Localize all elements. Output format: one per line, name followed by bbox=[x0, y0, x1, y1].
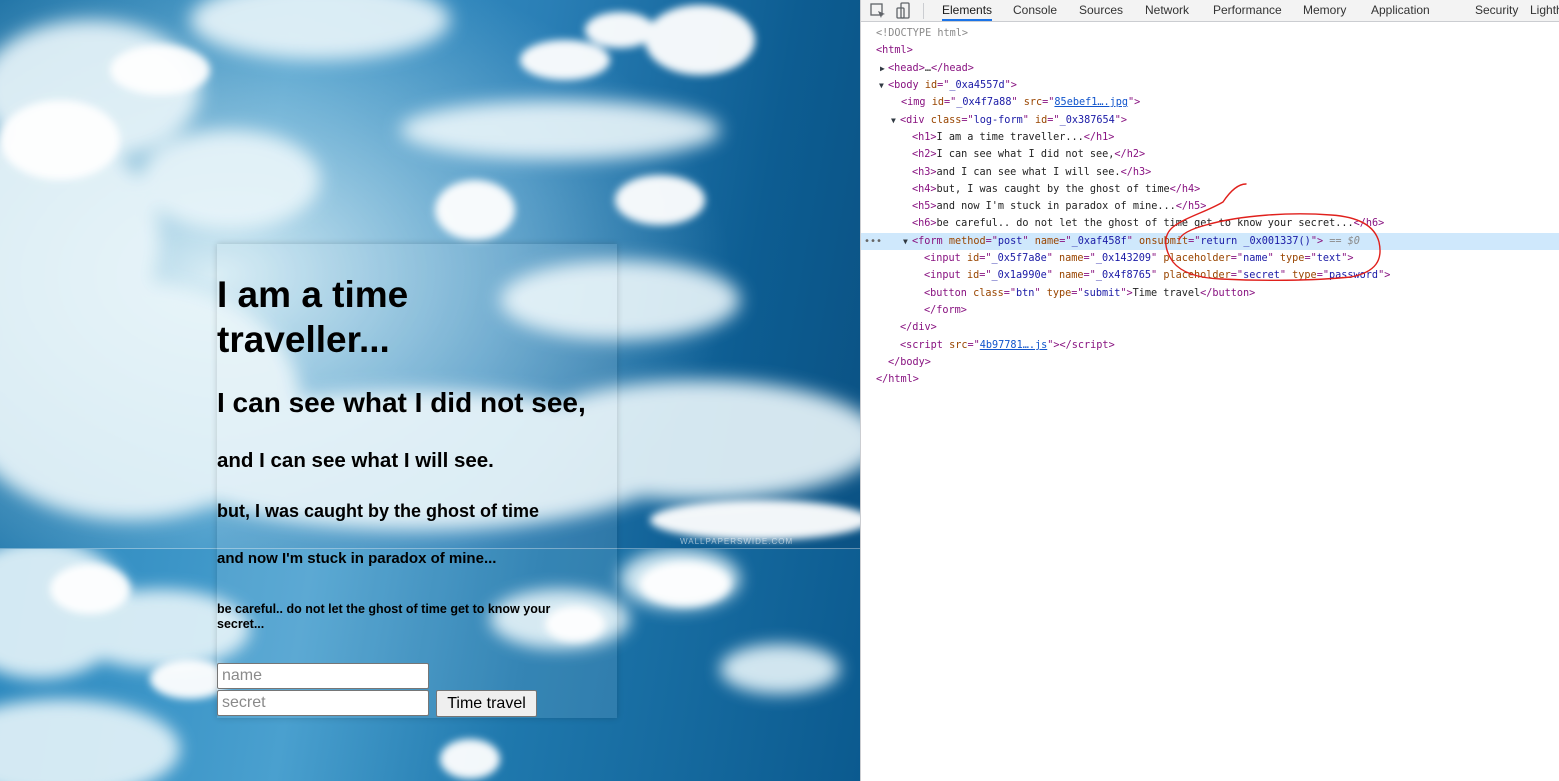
tree-row-img[interactable]: <img id="_0x4f7a88" src="85ebef1….jpg"> bbox=[861, 94, 1559, 111]
tree-row-input-secret[interactable]: <input id="_0x1a990e" name="_0x4f8765" p… bbox=[861, 267, 1559, 284]
collapse-triangle-icon[interactable]: ▼ bbox=[903, 233, 908, 250]
input2-type-value: password bbox=[1328, 270, 1379, 281]
dom-tree: <!DOCTYPE html> <html> ▶ <head>…</head> … bbox=[861, 22, 1559, 781]
input2-placeholder-value: secret bbox=[1243, 270, 1280, 281]
tree-row-h3[interactable]: <h3>and I can see what I will see.</h3> bbox=[861, 164, 1559, 181]
heading-h6: be careful.. do not let the ghost of tim… bbox=[217, 602, 551, 631]
tree-row-h1[interactable]: <h1>I am a time traveller...</h1> bbox=[861, 129, 1559, 146]
div-class-value: log-form bbox=[973, 115, 1023, 126]
tab-lighthouse[interactable]: Lighth bbox=[1530, 0, 1559, 21]
name-input[interactable] bbox=[217, 663, 429, 689]
secret-input[interactable] bbox=[217, 690, 429, 716]
tab-elements[interactable]: Elements bbox=[942, 0, 993, 21]
html-tag: html bbox=[882, 45, 907, 56]
input1-name-value: _0x143209 bbox=[1095, 253, 1152, 264]
input2-id-value: _0x1a990e bbox=[991, 270, 1047, 281]
form-name-value: _0xaf458f bbox=[1071, 236, 1127, 247]
form-onsubmit-value: return _0x001337() bbox=[1200, 236, 1311, 247]
button-node-text: Time travel bbox=[1132, 288, 1201, 299]
body-tag: body bbox=[894, 80, 919, 91]
tree-row-body-close[interactable]: </body> bbox=[861, 354, 1559, 371]
page-viewport: WALLPAPERSWIDE.COM I am a time traveller… bbox=[0, 0, 860, 781]
input1-id-value: _0x5f7a8e bbox=[991, 253, 1047, 264]
img-tag: img bbox=[907, 97, 926, 108]
button-type-value: submit bbox=[1083, 288, 1121, 299]
div-id-value: _0x387654 bbox=[1059, 115, 1115, 126]
tab-memory[interactable]: Memory bbox=[1303, 0, 1346, 21]
time-travel-button[interactable]: Time travel bbox=[436, 690, 537, 717]
heading-h1: I am a time traveller... bbox=[217, 274, 409, 360]
tree-row-h5[interactable]: <h5>and now I'm stuck in paradox of mine… bbox=[861, 198, 1559, 215]
toolbar-divider bbox=[923, 3, 924, 19]
tab-sources[interactable]: Sources bbox=[1079, 0, 1123, 21]
tree-row-form-selected[interactable]: ••• ▼ <form method="post" name="_0xaf458… bbox=[861, 233, 1559, 250]
tab-security[interactable]: Security bbox=[1475, 0, 1518, 21]
expand-triangle-icon[interactable]: ▶ bbox=[880, 60, 885, 77]
watermark-text: WALLPAPERSWIDE.COM bbox=[680, 537, 794, 546]
head-tag: head bbox=[894, 63, 919, 74]
collapse-triangle-icon[interactable]: ▼ bbox=[879, 77, 884, 94]
collapse-triangle-icon[interactable]: ▼ bbox=[891, 112, 896, 129]
script-src-link[interactable]: 4b97781….js bbox=[980, 340, 1047, 351]
input1-placeholder-value: name bbox=[1243, 253, 1268, 264]
tree-row-div-close[interactable]: </div> bbox=[861, 319, 1559, 336]
heading-h4: but, I was caught by the ghost of time bbox=[217, 501, 540, 521]
tree-row-button[interactable]: <button class="btn" type="submit">Time t… bbox=[861, 285, 1559, 302]
h1-node-text: I am a time traveller... bbox=[936, 132, 1084, 143]
tree-row-h4[interactable]: <h4>but, I was caught by the ghost of ti… bbox=[861, 181, 1559, 198]
tree-row-doctype[interactable]: <!DOCTYPE html> bbox=[861, 25, 1559, 42]
img-id-value: _0x4f7a88 bbox=[956, 97, 1012, 108]
tree-row-script[interactable]: <script src="4b97781….js"></script> bbox=[861, 337, 1559, 354]
tree-row-div[interactable]: ▼ <div class="log-form" id="_0x387654"> bbox=[861, 112, 1559, 129]
selected-node-marker: == $0 bbox=[1329, 236, 1360, 247]
h3-node-text: and I can see what I will see. bbox=[936, 167, 1121, 178]
body-id-value: _0xa4557d bbox=[949, 80, 1005, 91]
h2-node-text: I can see what I did not see, bbox=[936, 149, 1115, 160]
tab-console[interactable]: Console bbox=[1013, 0, 1057, 21]
log-form: I am a time traveller... I can see what … bbox=[217, 244, 617, 718]
tree-row-html[interactable]: <html> bbox=[861, 42, 1559, 59]
devtools-toolbar: Elements Console Sources Network Perform… bbox=[861, 0, 1559, 22]
tree-row-h6[interactable]: <h6>be careful.. do not let the ghost of… bbox=[861, 215, 1559, 232]
head-close-tag: head bbox=[943, 63, 968, 74]
devtools-panel: Elements Console Sources Network Perform… bbox=[860, 0, 1559, 781]
tab-network[interactable]: Network bbox=[1145, 0, 1189, 21]
device-toolbar-icon[interactable] bbox=[895, 2, 913, 20]
div-tag: div bbox=[906, 115, 925, 126]
tree-row-html-close[interactable]: </html> bbox=[861, 371, 1559, 388]
input2-name-value: _0x4f8765 bbox=[1095, 270, 1152, 281]
heading-h2: I can see what I did not see, bbox=[217, 387, 586, 418]
heading-h5: and now I'm stuck in paradox of mine... bbox=[217, 550, 497, 567]
tree-row-head[interactable]: ▶ <head>…</head> bbox=[861, 60, 1559, 77]
h5-node-text: and now I'm stuck in paradox of mine... bbox=[936, 201, 1176, 212]
tab-application[interactable]: Application bbox=[1371, 0, 1430, 21]
button-class-value: btn bbox=[1016, 288, 1035, 299]
tab-performance[interactable]: Performance bbox=[1213, 0, 1282, 21]
more-options-icon[interactable]: ••• bbox=[864, 233, 882, 250]
h6-node-text: be careful.. do not let the ghost of tim… bbox=[936, 218, 1354, 229]
tree-row-form-close[interactable]: </form> bbox=[861, 302, 1559, 319]
h4-node-text: but, I was caught by the ghost of time bbox=[936, 184, 1170, 195]
heading-h3: and I can see what I will see. bbox=[217, 449, 494, 472]
tree-row-body[interactable]: ▼ <body id="_0xa4557d"> bbox=[861, 77, 1559, 94]
form-method-value: post bbox=[997, 236, 1023, 247]
tree-row-h2[interactable]: <h2>I can see what I did not see,</h2> bbox=[861, 146, 1559, 163]
inspect-element-icon[interactable] bbox=[869, 2, 887, 20]
input1-type-value: text bbox=[1316, 253, 1342, 264]
img-src-link[interactable]: 85ebef1….jpg bbox=[1054, 97, 1128, 108]
tree-row-input-name[interactable]: <input id="_0x5f7a8e" name="_0x143209" p… bbox=[861, 250, 1559, 267]
doctype-text: <!DOCTYPE html> bbox=[876, 28, 969, 39]
